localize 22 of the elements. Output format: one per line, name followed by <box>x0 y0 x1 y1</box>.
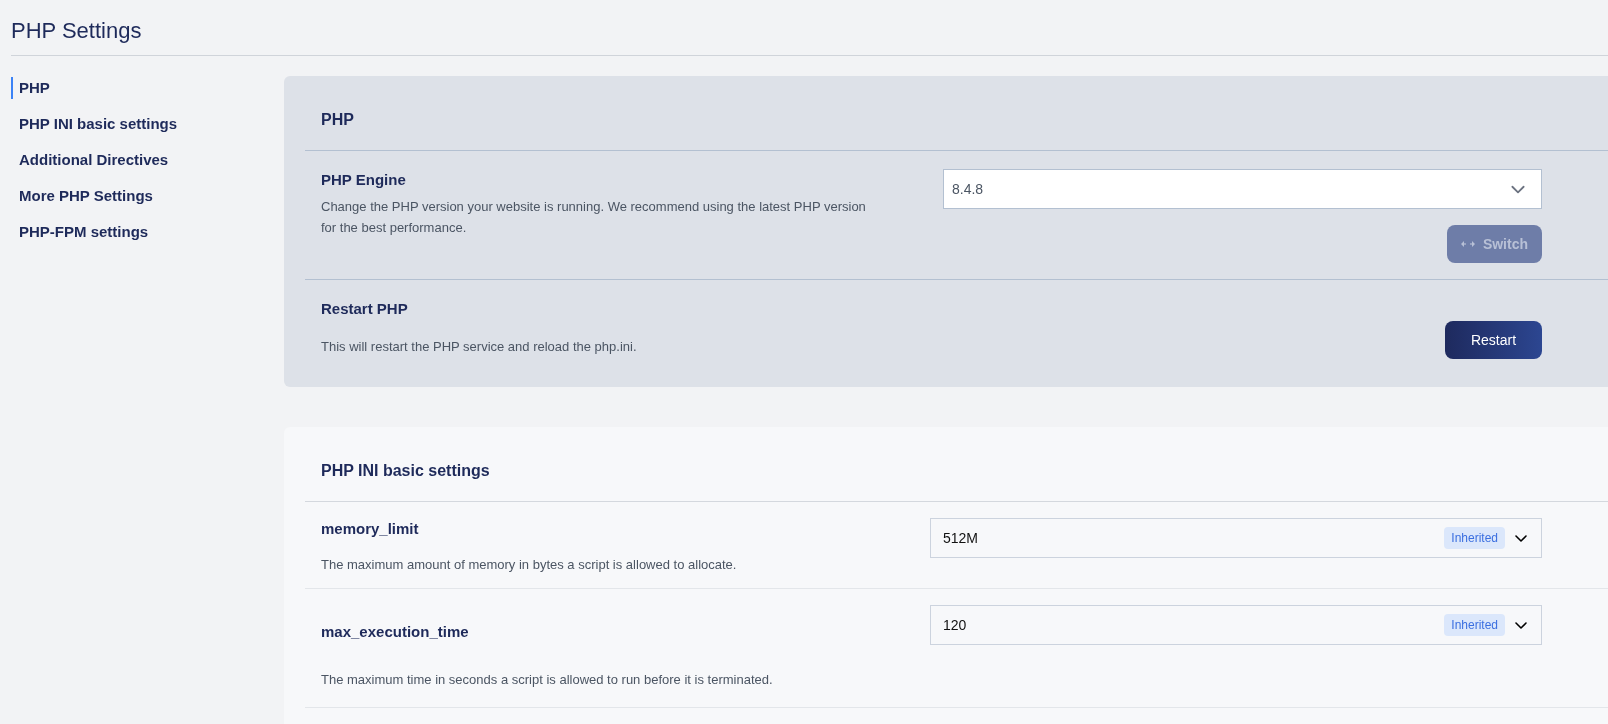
inherited-badge: Inherited <box>1444 527 1505 549</box>
sidebar-item[interactable]: PHP-FPM settings <box>11 221 284 243</box>
sidebar-item[interactable]: More PHP Settings <box>11 185 284 207</box>
version-select[interactable]: 8.4.8 <box>943 169 1542 209</box>
value-select[interactable]: 512M Inherited <box>930 518 1542 558</box>
setting-title: Restart PHP <box>321 299 409 319</box>
setting-name: memory_limit <box>321 519 420 539</box>
setting-description: The maximum amount of memory in bytes a script is allowed to allocate. <box>321 555 738 574</box>
setting-name: max_execution_time <box>321 622 470 642</box>
swap-arrows-icon <box>1460 240 1475 248</box>
sidebar-item[interactable]: PHP INI basic settings <box>11 113 284 135</box>
inherited-badge: Inherited <box>1444 614 1505 636</box>
page-title: PHP Settings <box>11 17 143 45</box>
section-title: PHP <box>321 110 354 130</box>
setting-title: PHP Engine <box>321 170 407 190</box>
restart-button[interactable]: Restart <box>1445 321 1542 359</box>
setting-description: This will restart the PHP service and reload the php.ini. <box>321 337 638 356</box>
section-title: PHP INI basic settings <box>321 461 490 481</box>
setting-description: Change the PHP version your website is running. We recommend using the latest PHP version for the best performance. <box>321 197 867 237</box>
sidebar-item[interactable]: Additional Directives <box>11 149 284 171</box>
value-select[interactable]: 120 Inherited <box>930 605 1542 645</box>
setting-description: The maximum time in seconds a script is allowed to run before it is terminated. <box>321 670 774 689</box>
